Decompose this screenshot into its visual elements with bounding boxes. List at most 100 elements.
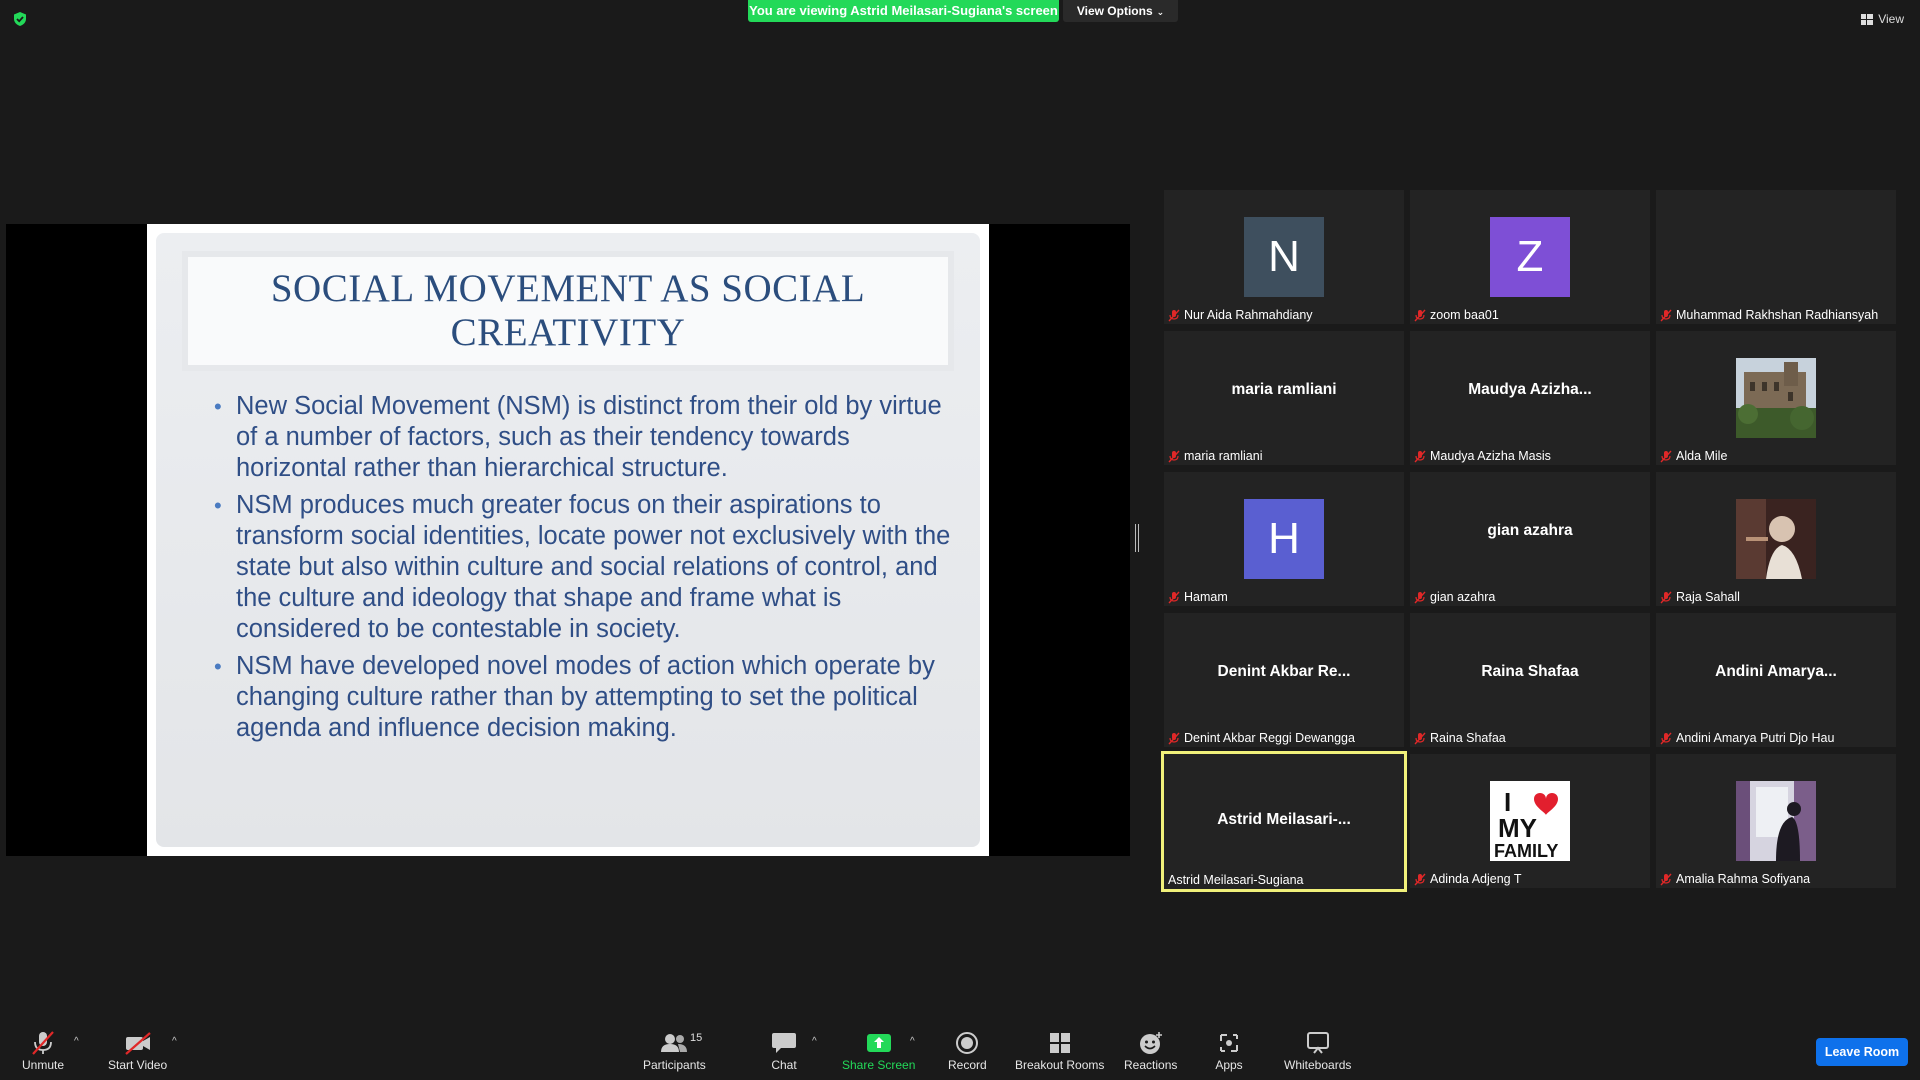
- resize-handle[interactable]: [1135, 524, 1139, 552]
- viewing-screen-banner: You are viewing Astrid Meilasari-Sugiana…: [748, 0, 1059, 22]
- participant-name: Amalia Rahma Sofiyana: [1676, 872, 1811, 886]
- participant-name: gian azahra: [1430, 590, 1496, 604]
- mic-muted-icon: [1168, 732, 1180, 744]
- avatar: N: [1244, 217, 1324, 297]
- mic-muted-icon: [1414, 873, 1426, 885]
- profile-photo-portrait: [1736, 499, 1816, 579]
- audio-options-caret-icon[interactable]: ^: [74, 1036, 79, 1047]
- participant-tile[interactable]: Andini Amarya... Andini Amarya Putri Djo…: [1656, 613, 1896, 747]
- participant-name: Raina Shafaa: [1430, 731, 1506, 745]
- share-screen-icon: [866, 1034, 891, 1052]
- share-screen-label: Share Screen: [842, 1058, 916, 1072]
- unmute-button[interactable]: Unmute: [22, 1030, 64, 1072]
- view-label: View: [1878, 12, 1904, 26]
- slide-bullet: NSM have developed novel modes of action…: [214, 651, 954, 744]
- participant-display-name: gian azahra: [1487, 522, 1573, 539]
- profile-photo-window: [1736, 781, 1816, 861]
- mic-muted-icon: [1660, 309, 1672, 321]
- video-options-caret-icon[interactable]: ^: [172, 1036, 177, 1047]
- participant-name: maria ramliani: [1184, 449, 1263, 463]
- participant-name: zoom baa01: [1430, 308, 1499, 322]
- participant-display-name: Maudya Azizha...: [1468, 381, 1592, 398]
- mic-muted-icon: [1414, 591, 1426, 603]
- whiteboards-button[interactable]: Whiteboards: [1284, 1030, 1351, 1072]
- participant-display-name: Denint Akbar Re...: [1217, 663, 1351, 680]
- slide-title: SOCIAL MOVEMENT AS SOCIAL CREATIVITY: [270, 267, 866, 354]
- participant-tile[interactable]: N Nur Aida Rahmahdiany: [1164, 190, 1404, 324]
- breakout-rooms-label: Breakout Rooms: [1015, 1058, 1105, 1072]
- participant-display-name: Andini Amarya...: [1715, 663, 1837, 680]
- share-options-caret-icon[interactable]: ^: [910, 1036, 915, 1047]
- participant-tile[interactable]: I MY FAMILY Adinda Adjeng T: [1410, 754, 1650, 888]
- participant-tile[interactable]: Amalia Rahma Sofiyana: [1656, 754, 1896, 888]
- avatar: H: [1244, 499, 1324, 579]
- mic-muted-icon: [1660, 450, 1672, 462]
- chat-options-caret-icon[interactable]: ^: [812, 1036, 817, 1047]
- participant-tile[interactable]: Raja Sahall: [1656, 472, 1896, 606]
- share-screen-button[interactable]: Share Screen: [842, 1030, 915, 1072]
- meeting-toolbar: Unmute ^ Start Video ^ Participants 15 C…: [0, 1016, 1920, 1080]
- leave-room-button[interactable]: Leave Room: [1816, 1038, 1908, 1066]
- participant-name: Nur Aida Rahmahdiany: [1184, 308, 1313, 322]
- apps-button[interactable]: Apps: [1215, 1030, 1243, 1072]
- mic-muted-icon: [1414, 732, 1426, 744]
- breakout-rooms-button[interactable]: Breakout Rooms: [1015, 1030, 1104, 1072]
- whiteboards-label: Whiteboards: [1284, 1058, 1352, 1072]
- shared-screen: SOCIAL MOVEMENT AS SOCIAL CREATIVITY New…: [6, 224, 1130, 856]
- mic-muted-icon: [1414, 309, 1426, 321]
- photo-text: MY: [1498, 813, 1537, 843]
- record-label: Record: [948, 1058, 987, 1072]
- profile-photo-building: [1736, 358, 1816, 438]
- reactions-label: Reactions: [1124, 1058, 1178, 1072]
- view-options-label: View Options: [1076, 4, 1153, 18]
- slide-bullets: New Social Movement (NSM) is distinct fr…: [214, 391, 954, 750]
- participants-icon: [661, 1034, 688, 1052]
- presentation-slide: SOCIAL MOVEMENT AS SOCIAL CREATIVITY New…: [147, 224, 989, 856]
- slide-title-box: SOCIAL MOVEMENT AS SOCIAL CREATIVITY: [182, 251, 954, 371]
- participant-tile[interactable]: gian azahra gian azahra: [1410, 472, 1650, 606]
- mic-muted-icon: [1168, 309, 1180, 321]
- participant-tile[interactable]: Maudya Azizha... Maudya Azizha Masis: [1410, 331, 1650, 465]
- participant-tile[interactable]: Alda Mile: [1656, 331, 1896, 465]
- participant-tile[interactable]: Raina Shafaa Raina Shafaa: [1410, 613, 1650, 747]
- profile-photo-family: I MY FAMILY: [1490, 781, 1570, 861]
- participant-display-name: maria ramliani: [1231, 381, 1337, 398]
- mic-muted-icon: [1660, 591, 1672, 603]
- view-options-button[interactable]: View Options ⌄: [1063, 0, 1178, 22]
- view-button[interactable]: View: [1861, 12, 1904, 26]
- whiteboard-icon: [1306, 1032, 1329, 1054]
- security-shield-icon[interactable]: [12, 11, 28, 27]
- active-speaker-tile[interactable]: Astrid Meilasari-... Astrid Meilasari-Su…: [1161, 751, 1407, 892]
- participant-display-name: Raina Shafaa: [1481, 663, 1579, 680]
- mic-muted-icon: [1660, 732, 1672, 744]
- mic-muted-icon: [1168, 591, 1180, 603]
- chevron-down-icon: ⌄: [1156, 7, 1165, 17]
- participant-tile[interactable]: H Hamam: [1164, 472, 1404, 606]
- participant-name: Hamam: [1184, 590, 1228, 604]
- chat-button[interactable]: Chat: [770, 1030, 798, 1072]
- record-button[interactable]: Record: [948, 1030, 987, 1072]
- slide-bullet: NSM produces much greater focus on their…: [214, 490, 954, 645]
- apps-icon: [1220, 1034, 1238, 1052]
- participant-name: Astrid Meilasari-Sugiana: [1168, 873, 1304, 887]
- mic-muted-icon: [1168, 450, 1180, 462]
- apps-label: Apps: [1215, 1058, 1243, 1072]
- participants-count-badge: 15: [690, 1032, 703, 1044]
- participant-name: Muhammad Rakhshan Radhiansyah: [1676, 308, 1879, 322]
- unmute-label: Unmute: [22, 1058, 65, 1072]
- reactions-icon: [1139, 1032, 1162, 1054]
- start-video-button[interactable]: Start Video: [108, 1030, 167, 1072]
- participant-tile[interactable]: Denint Akbar Re... Denint Akbar Reggi De…: [1164, 613, 1404, 747]
- video-off-icon: [124, 1032, 151, 1055]
- mic-muted-icon: [1660, 873, 1672, 885]
- reactions-button[interactable]: Reactions: [1124, 1030, 1177, 1072]
- participant-display-name: Astrid Meilasari-...: [1217, 811, 1351, 828]
- chat-icon: [772, 1033, 796, 1053]
- participant-name: Denint Akbar Reggi Dewangga: [1184, 731, 1355, 745]
- start-video-label: Start Video: [108, 1058, 168, 1072]
- participant-tile[interactable]: Z zoom baa01: [1410, 190, 1650, 324]
- participants-label: Participants: [643, 1058, 706, 1072]
- slide-bullet: New Social Movement (NSM) is distinct fr…: [214, 391, 954, 484]
- participant-tile[interactable]: maria ramliani maria ramliani: [1164, 331, 1404, 465]
- participant-tile[interactable]: Muhammad Rakhshan Radhiansyah: [1656, 190, 1896, 324]
